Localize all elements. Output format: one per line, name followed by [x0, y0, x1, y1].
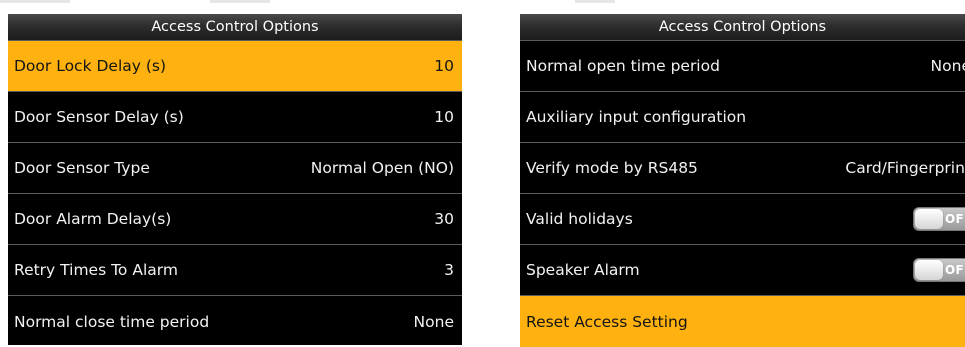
menu-item-label: Reset Access Setting — [526, 312, 688, 331]
menu-item-speaker-alarm[interactable]: Speaker Alarm OFF — [520, 245, 965, 296]
menu-list: Door Lock Delay (s) 10 Door Sensor Delay… — [8, 41, 462, 345]
toggle-knob — [915, 209, 943, 229]
access-control-options-screen-right: Access Control Options Normal open time … — [520, 14, 965, 347]
menu-item-auxiliary-input-configuration[interactable]: Auxiliary input configuration — [520, 92, 965, 143]
menu-item-label: Auxiliary input configuration — [526, 108, 747, 126]
menu-item-label: Door Sensor Delay (s) — [14, 108, 184, 126]
menu-item-normal-open-time-period[interactable]: Normal open time period None — [520, 41, 965, 92]
menu-item-door-sensor-type[interactable]: Door Sensor Type Normal Open (NO) — [8, 143, 462, 194]
menu-item-valid-holidays[interactable]: Valid holidays OFF — [520, 194, 965, 245]
toggle-state-text: OFF — [945, 212, 965, 226]
speaker-alarm-toggle[interactable]: OFF — [913, 258, 965, 282]
menu-item-door-sensor-delay[interactable]: Door Sensor Delay (s) 10 — [8, 92, 462, 143]
menu-item-reset-access-setting[interactable]: Reset Access Setting — [520, 296, 965, 347]
menu-item-value: None — [930, 57, 965, 75]
menu-item-value: Normal Open (NO) — [310, 159, 454, 177]
menu-item-label: Door Alarm Delay(s) — [14, 210, 172, 228]
screen-title: Access Control Options — [520, 14, 965, 41]
valid-holidays-toggle[interactable]: OFF — [913, 207, 965, 231]
menu-item-label: Verify mode by RS485 — [526, 159, 698, 177]
menu-item-label: Retry Times To Alarm — [14, 261, 178, 279]
menu-item-verify-mode-rs485[interactable]: Verify mode by RS485 Card/Fingerprint — [520, 143, 965, 194]
top-decoration — [210, 0, 270, 3]
menu-item-label: Normal close time period — [14, 312, 210, 331]
toggle-state-text: OFF — [945, 263, 965, 277]
top-decoration — [575, 0, 615, 3]
menu-list: Normal open time period None Auxiliary i… — [520, 41, 965, 347]
menu-item-label: Door Lock Delay (s) — [14, 57, 167, 75]
menu-item-value: 10 — [434, 108, 454, 126]
menu-item-value: Card/Fingerprint — [845, 159, 965, 177]
menu-item-door-alarm-delay[interactable]: Door Alarm Delay(s) 30 — [8, 194, 462, 245]
screen-title: Access Control Options — [8, 14, 462, 41]
menu-item-value: 3 — [444, 261, 454, 279]
menu-item-label: Valid holidays — [526, 210, 633, 228]
top-decoration — [0, 0, 70, 3]
menu-item-label: Normal open time period — [526, 57, 720, 75]
menu-item-door-lock-delay[interactable]: Door Lock Delay (s) 10 — [8, 41, 462, 92]
toggle-knob — [915, 260, 943, 280]
menu-item-label: Door Sensor Type — [14, 159, 150, 177]
menu-item-value: 10 — [434, 57, 454, 75]
menu-item-value: 30 — [434, 210, 454, 228]
menu-item-normal-close-time-period[interactable]: Normal close time period None — [8, 296, 462, 345]
menu-item-retry-times-to-alarm[interactable]: Retry Times To Alarm 3 — [8, 245, 462, 296]
menu-item-value: None — [413, 312, 454, 331]
access-control-options-screen-left: Access Control Options Door Lock Delay (… — [8, 14, 462, 345]
menu-item-label: Speaker Alarm — [526, 261, 640, 279]
